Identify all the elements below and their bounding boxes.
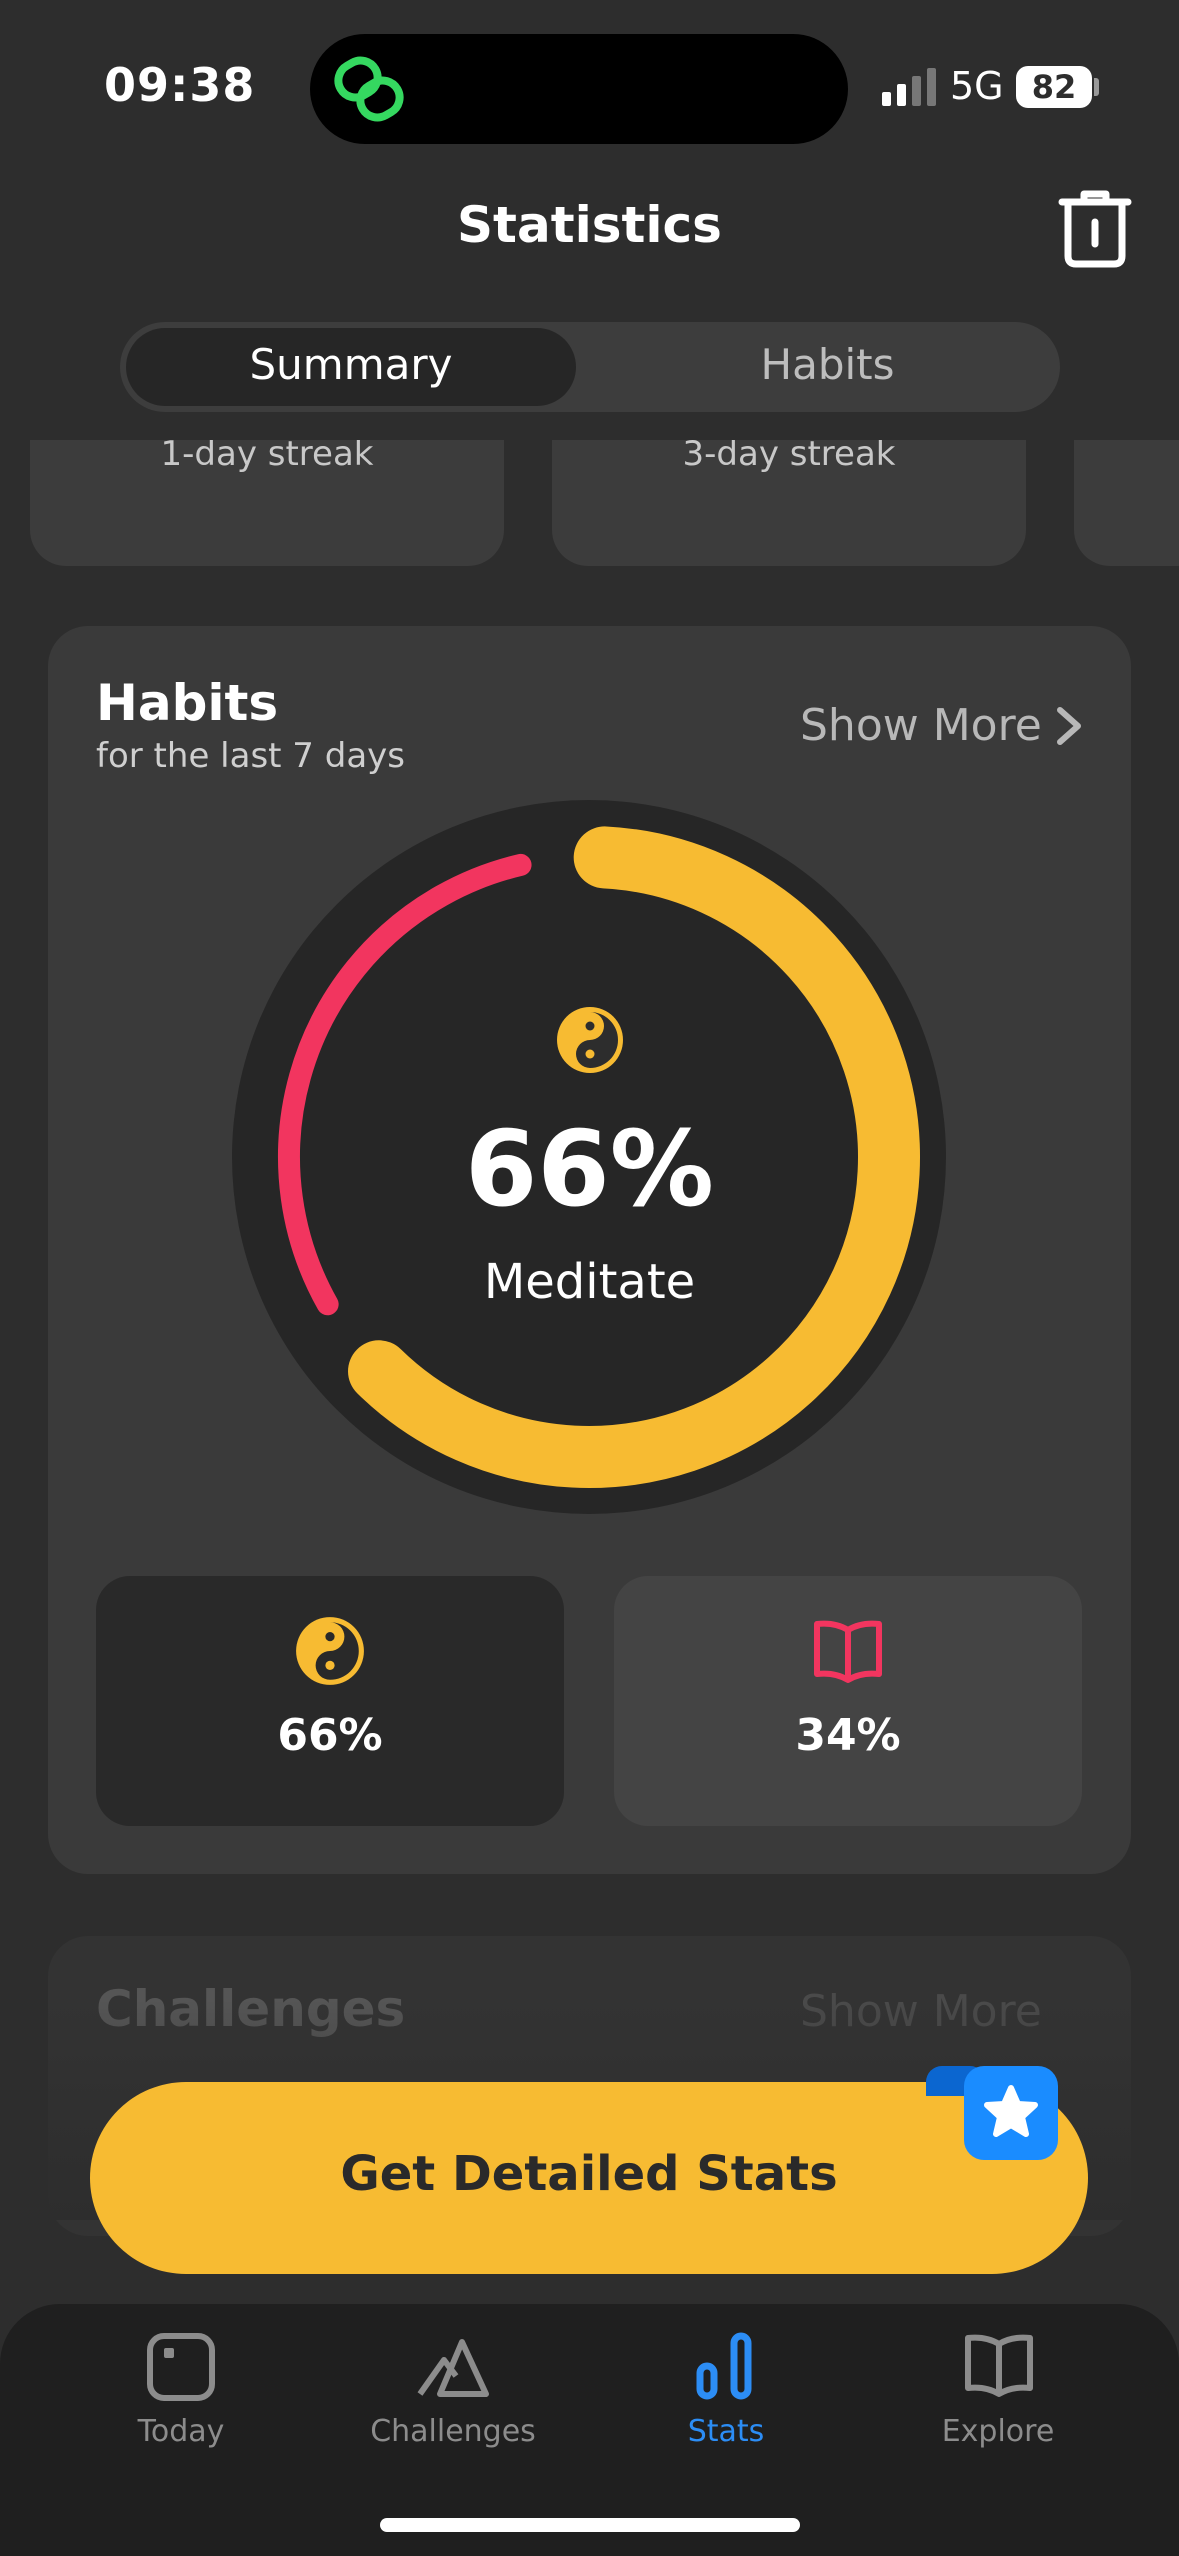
tab-challenges[interactable]: Challenges <box>333 2414 573 2449</box>
battery-indicator: 82 <box>1016 66 1092 108</box>
status-time: 09:38 <box>104 58 256 112</box>
streak-label-1: 1-day streak <box>160 434 374 474</box>
battery-cap <box>1094 78 1099 96</box>
page-title: Statistics <box>457 196 722 254</box>
signal-icon <box>882 68 936 106</box>
trash-icon[interactable] <box>1058 188 1132 268</box>
square-icon[interactable] <box>144 2330 218 2404</box>
tab-summary[interactable]: Summary <box>126 340 576 389</box>
premium-badge <box>964 2066 1058 2160</box>
donut-center-habit: Meditate <box>483 1254 696 1310</box>
header: 09:38 5G 82 Statistics Summary Habits <box>0 0 1179 440</box>
chevron-right-icon[interactable] <box>1054 704 1084 748</box>
show-more-link[interactable]: Show More <box>800 700 1042 751</box>
book-icon[interactable] <box>962 2330 1036 2404</box>
tab-habits[interactable]: Habits <box>600 340 1055 389</box>
habit-tile-percent: 66% <box>277 1710 383 1761</box>
mountain-icon[interactable] <box>416 2330 490 2404</box>
yin-yang-icon <box>557 1007 623 1073</box>
habit-tile-percent: 34% <box>795 1710 901 1761</box>
book-icon <box>814 1620 882 1683</box>
star-icon <box>984 2085 1038 2137</box>
cta-label: Get Detailed Stats <box>340 2146 838 2202</box>
yin-yang-icon <box>296 1617 364 1685</box>
tab-today[interactable]: Today <box>61 2414 301 2449</box>
bar-chart-icon[interactable] <box>690 2330 764 2404</box>
donut-center-percent: 66% <box>465 1108 714 1230</box>
link-icon <box>334 56 404 122</box>
home-indicator <box>380 2518 800 2532</box>
network-type: 5G <box>950 64 1004 108</box>
streak-label-2: 3-day streak <box>682 434 896 474</box>
tab-stats[interactable]: Stats <box>606 2414 846 2449</box>
habits-card-title: Habits <box>96 674 279 732</box>
tab-explore[interactable]: Explore <box>878 2414 1118 2449</box>
habits-card-subtitle: for the last 7 days <box>96 736 405 776</box>
